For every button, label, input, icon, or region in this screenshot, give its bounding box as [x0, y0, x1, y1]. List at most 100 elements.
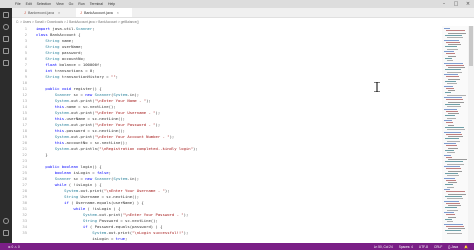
minimap-line	[447, 175, 459, 177]
notifications-icon[interactable]: 🔔	[464, 245, 468, 249]
minimap-line	[445, 103, 460, 105]
menu-go[interactable]: Go	[69, 0, 74, 8]
minimap-line	[448, 182, 457, 184]
code-content[interactable]: import java.util.Scanner; class BankAccou…	[36, 26, 198, 242]
menu-view[interactable]: View	[56, 0, 64, 8]
minimap-line	[445, 80, 456, 82]
minimap-line	[446, 145, 457, 147]
minimap-line	[444, 166, 460, 167]
title-bar: File Edit Selection View Go Run Terminal…	[0, 0, 474, 8]
minimap-line	[448, 136, 463, 138]
menu-edit[interactable]: Edit	[26, 0, 32, 8]
minimap-line	[448, 113, 459, 115]
minimap-line	[448, 147, 458, 149]
code-line[interactable]: isLogin = true;	[36, 236, 198, 242]
minimap-line	[446, 156, 452, 158]
line-number-gutter: 1 2 3 4 5 6 7 8 9 10 11 12 13 14 15 16 17 18 19 20 21 22 23 24 2…	[12, 26, 29, 236]
minimap-line	[446, 76, 459, 78]
minimap-line	[446, 191, 465, 193]
menu-run[interactable]: Run	[78, 0, 84, 8]
minimap-line	[448, 32, 466, 34]
minimap-line	[446, 133, 462, 135]
minimap-line	[448, 159, 467, 161]
minimap-line	[444, 62, 463, 64]
menu-help[interactable]: Help	[108, 0, 115, 8]
minimap-line	[445, 161, 463, 163]
menu-terminal[interactable]: Terminal	[90, 0, 103, 8]
minimap-line	[446, 214, 455, 216]
minimap-line	[447, 94, 466, 96]
minimize-icon[interactable]: –	[438, 0, 450, 8]
status-bar: ⊗ 0 ⚠ 0 Ln 50, Col 24 Spaces: 4 UTF-8 CR…	[0, 243, 474, 250]
explorer-icon[interactable]	[3, 12, 9, 18]
minimap-line	[444, 143, 456, 144]
minimap-line	[445, 149, 454, 151]
activity-bar	[0, 8, 12, 243]
settings-gear-icon[interactable]	[3, 230, 9, 236]
minimap-line	[444, 223, 463, 225]
menu-file[interactable]: File	[15, 0, 21, 8]
search-icon[interactable]	[3, 24, 9, 30]
vertical-scrollbar[interactable]	[468, 26, 474, 243]
close-tab-icon[interactable]: ×	[58, 11, 60, 15]
close-tab-icon[interactable]: ×	[117, 11, 119, 15]
run-debug-icon[interactable]	[3, 48, 9, 54]
minimap-line	[444, 85, 453, 87]
minimap-line	[448, 205, 461, 207]
minimap-line	[448, 90, 455, 92]
minimap-line	[445, 184, 453, 186]
minimap-line	[446, 179, 456, 181]
minimap-line	[445, 207, 457, 209]
minimap-line	[444, 51, 454, 52]
minimap-line	[445, 230, 461, 232]
tab-bankaccount[interactable]: J BankAccount.java ×	[76, 8, 132, 17]
minimap-line	[445, 92, 451, 94]
java-file-icon: J	[80, 10, 82, 15]
cursor-position[interactable]: Ln 50, Col 24	[374, 245, 393, 249]
indentation[interactable]: Spaces: 4	[399, 245, 413, 249]
maximize-icon[interactable]: □	[450, 0, 462, 8]
minimap-line	[448, 193, 466, 195]
account-icon[interactable]	[3, 218, 9, 224]
minimap-line	[447, 60, 453, 62]
minimap-line	[444, 74, 458, 75]
minimap-line	[448, 44, 461, 46]
line-ending[interactable]: CRLF	[434, 245, 442, 249]
minimap-line	[445, 195, 462, 197]
code-line[interactable]: System.out.println("\nRegistration compl…	[36, 146, 198, 152]
code-editor[interactable]: 1 2 3 4 5 6 7 8 9 10 11 12 13 14 15 16 17 18 19 20 21 22 23 24 2…	[12, 26, 442, 243]
minimap-line	[448, 228, 465, 230]
minimap-line	[446, 53, 455, 55]
minimap-line	[447, 163, 464, 165]
minimap-line	[445, 57, 452, 59]
tab-label: BankAccount.java	[84, 10, 113, 15]
minimap-line	[447, 209, 458, 211]
close-icon[interactable]: ×	[462, 0, 474, 8]
minimap[interactable]	[442, 26, 468, 243]
breadcrumb[interactable]: C: > Users > Sonali > Downloads > J Bank…	[16, 18, 139, 25]
minimap-line	[445, 138, 459, 140]
problems-indicator[interactable]: ⊗ 0 ⚠ 0	[8, 245, 20, 249]
extensions-icon[interactable]	[3, 60, 9, 66]
language-mode[interactable]: {} Java	[448, 245, 458, 249]
minimap-line	[446, 99, 463, 101]
minimap-line	[444, 189, 450, 190]
source-control-icon[interactable]	[3, 36, 9, 42]
minimap-line	[447, 71, 462, 73]
minimap-line	[447, 221, 453, 223]
minimap-line	[446, 202, 460, 204]
minimap-line	[447, 152, 455, 154]
tab-bankrecord[interactable]: J Bankrecord.java ×	[20, 8, 72, 17]
minimap-line	[448, 67, 465, 69]
minimap-line	[448, 124, 454, 126]
minimap-line	[446, 30, 465, 32]
minimap-line	[446, 64, 464, 66]
java-file-icon: J	[24, 10, 26, 15]
minimap-line	[448, 101, 464, 103]
minimap-line	[448, 216, 456, 218]
menu-selection[interactable]: Selection	[37, 0, 51, 8]
scrollbar-thumb[interactable]	[469, 26, 473, 66]
minimap-line	[445, 218, 452, 220]
encoding[interactable]: UTF-8	[419, 245, 428, 249]
minimap-line	[444, 108, 457, 110]
